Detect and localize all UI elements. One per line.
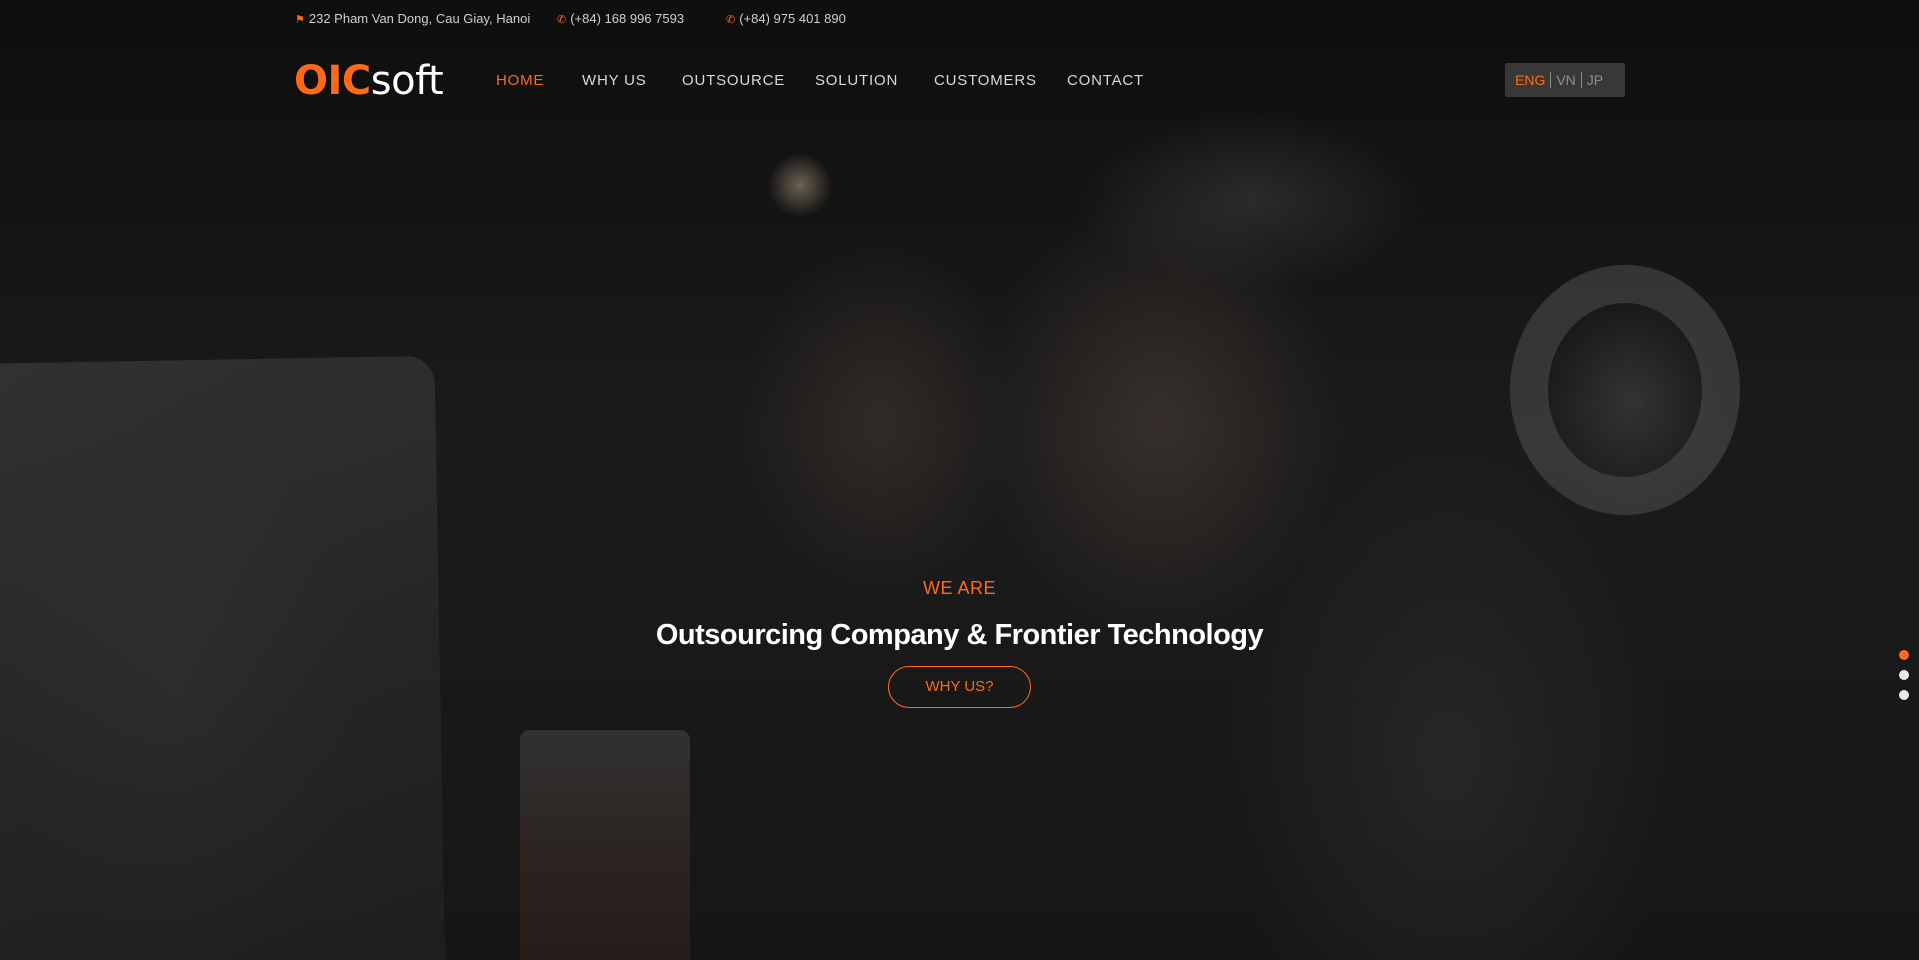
phone-text-1[interactable]: (+84) 168 996 7593	[570, 11, 684, 26]
slider-dot-3[interactable]	[1899, 690, 1909, 700]
lang-vn[interactable]: VN	[1551, 72, 1580, 88]
hero-background	[0, 0, 1919, 960]
lang-eng[interactable]: ENG	[1515, 72, 1550, 88]
hero-eyebrow: WE ARE	[922, 578, 996, 598]
nav-home[interactable]: HOME	[496, 72, 544, 89]
logo-part-oic: OIC	[294, 58, 371, 104]
hero-overlay	[0, 0, 1919, 960]
phone-icon: ✆	[726, 14, 736, 26]
map-marker-icon: ⚑	[295, 14, 305, 26]
address-item: ⚑ 232 Pham Van Dong, Cau Giay, Hanoi	[295, 11, 530, 26]
slider-dot-1[interactable]	[1899, 650, 1909, 660]
language-switcher: ENG VN JP	[1505, 63, 1625, 97]
lang-jp[interactable]: JP	[1582, 72, 1608, 88]
phone-item-2[interactable]: ✆ (+84) 975 401 890	[726, 11, 846, 26]
nav-customers[interactable]: CUSTOMERS	[934, 72, 1037, 89]
contact-bar: ⚑ 232 Pham Van Dong, Cau Giay, Hanoi ✆ (+8…	[0, 0, 1919, 35]
slider-dots	[1899, 650, 1911, 710]
nav-contact[interactable]: CONTACT	[1067, 72, 1144, 89]
nav-outsource[interactable]: OUTSOURCE	[682, 72, 785, 89]
hero-content: WE ARE Outsourcing Company & Frontier Te…	[0, 578, 1919, 708]
nav-why-us[interactable]: WHY US	[582, 72, 647, 89]
slider-dot-2[interactable]	[1899, 670, 1909, 680]
hero-headline: Outsourcing Company & Frontier Technolog…	[655, 619, 1264, 651]
phone-text-2[interactable]: (+84) 975 401 890	[739, 11, 846, 26]
phone-icon: ✆	[557, 14, 567, 26]
phone-item-1[interactable]: ✆ (+84) 168 996 7593	[557, 11, 684, 26]
nav-solution[interactable]: SOLUTION	[815, 72, 898, 89]
logo-part-soft: soft	[370, 58, 444, 104]
why-us-button[interactable]: WHY US?	[888, 666, 1031, 708]
site-logo[interactable]: OICsoft	[294, 58, 444, 104]
address-text: 232 Pham Van Dong, Cau Giay, Hanoi	[308, 11, 531, 26]
